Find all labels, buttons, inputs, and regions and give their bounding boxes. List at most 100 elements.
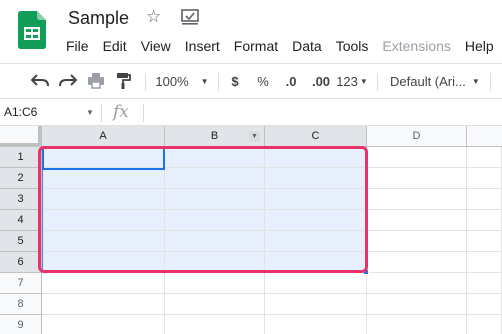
cell-b4[interactable] (165, 210, 265, 231)
cell-e7[interactable] (467, 273, 502, 294)
cell-b6[interactable] (165, 252, 265, 273)
cell-a7[interactable] (42, 273, 165, 294)
cell-b1[interactable] (165, 147, 265, 168)
font-family-select[interactable]: Default (Ari... ▼ (390, 64, 482, 98)
cell-c9[interactable] (265, 315, 367, 334)
cell-d8[interactable] (367, 294, 467, 315)
formula-bar: A1:C6 ▼ fx (0, 100, 502, 126)
menu-view[interactable]: View (134, 36, 178, 56)
cell-d6[interactable] (367, 252, 467, 273)
row-header-4[interactable]: 4 (0, 210, 42, 231)
cell-d3[interactable] (367, 189, 467, 210)
cell-b9[interactable] (165, 315, 265, 334)
cell-c8[interactable] (265, 294, 367, 315)
document-title[interactable]: Sample (68, 8, 129, 29)
undo-icon[interactable] (28, 64, 52, 98)
google-sheets-logo-icon[interactable] (18, 11, 46, 49)
row-header-5[interactable]: 5 (0, 231, 42, 252)
cell-d1[interactable] (367, 147, 467, 168)
redo-icon[interactable] (56, 64, 80, 98)
column-menu-icon[interactable]: ▼ (249, 131, 260, 142)
cell-b2[interactable] (165, 168, 265, 189)
cell-d9[interactable] (367, 315, 467, 334)
chevron-down-icon: ▼ (359, 76, 368, 86)
currency-format-button[interactable]: $ (226, 64, 244, 98)
cell-c6[interactable] (265, 252, 367, 273)
chevron-down-icon: ▼ (471, 76, 480, 86)
menu-data[interactable]: Data (285, 36, 329, 56)
cell-c4[interactable] (265, 210, 367, 231)
column-label: D (412, 130, 421, 142)
cell-c7[interactable] (265, 273, 367, 294)
decrease-decimal-button[interactable]: .0 (280, 64, 302, 98)
print-icon[interactable] (84, 64, 108, 98)
select-all-corner[interactable] (0, 126, 42, 147)
cell-e6[interactable] (467, 252, 502, 273)
menu-file[interactable]: File (59, 36, 96, 56)
cell-d5[interactable] (367, 231, 467, 252)
increase-decimal-label: .00 (311, 73, 331, 89)
column-header-e[interactable] (467, 126, 502, 147)
column-label: C (311, 130, 320, 142)
zoom-select[interactable]: 100% ▼ (152, 64, 212, 98)
cell-e8[interactable] (467, 294, 502, 315)
menu-insert[interactable]: Insert (178, 36, 227, 56)
cell-e9[interactable] (467, 315, 502, 334)
toolbar-divider (218, 73, 219, 91)
cell-d7[interactable] (367, 273, 467, 294)
menu-tools[interactable]: Tools (329, 36, 376, 56)
cell-a4[interactable] (42, 210, 165, 231)
cell-c2[interactable] (265, 168, 367, 189)
star-icon[interactable]: ☆ (146, 7, 161, 27)
column-header-b[interactable]: B ▼ (165, 126, 265, 147)
cell-c3[interactable] (265, 189, 367, 210)
percent-format-button[interactable]: % (254, 64, 272, 98)
move-to-folder-icon[interactable] (181, 9, 199, 25)
cell-c1[interactable] (265, 147, 367, 168)
row-header-3[interactable]: 3 (0, 189, 42, 210)
row-header-9[interactable]: 9 (0, 315, 42, 334)
row-header-7[interactable]: 7 (0, 273, 42, 294)
cell-e4[interactable] (467, 210, 502, 231)
cell-c5[interactable] (265, 231, 367, 252)
row-header-6[interactable]: 6 (0, 252, 42, 273)
more-formats-button[interactable]: 123 ▼ (336, 64, 368, 98)
increase-decimal-button[interactable]: .00 (308, 64, 334, 98)
column-label: A (99, 130, 107, 142)
menu-edit[interactable]: Edit (96, 36, 134, 56)
name-box[interactable]: A1:C6 (4, 105, 37, 119)
menu-extensions[interactable]: Extensions (375, 36, 457, 56)
cell-a8[interactable] (42, 294, 165, 315)
column-header-c[interactable]: C (265, 126, 367, 147)
cell-d2[interactable] (367, 168, 467, 189)
cell-a1[interactable] (42, 147, 165, 168)
menu-format[interactable]: Format (227, 36, 285, 56)
cell-a2[interactable] (42, 168, 165, 189)
column-header-a[interactable]: A (42, 126, 165, 147)
formula-bar-divider (101, 104, 102, 122)
cell-e5[interactable] (467, 231, 502, 252)
zoom-value: 100% (155, 73, 189, 89)
cell-a9[interactable] (42, 315, 165, 334)
menu-help[interactable]: Help (458, 36, 501, 56)
fx-icon: fx (113, 102, 129, 122)
cell-b5[interactable] (165, 231, 265, 252)
row-header-2[interactable]: 2 (0, 168, 42, 189)
cell-d4[interactable] (367, 210, 467, 231)
column-header-d[interactable]: D (367, 126, 467, 147)
cell-a6[interactable] (42, 252, 165, 273)
cell-b3[interactable] (165, 189, 265, 210)
fill-handle[interactable] (363, 269, 369, 275)
paint-format-icon[interactable] (112, 64, 136, 98)
cell-b8[interactable] (165, 294, 265, 315)
cell-b7[interactable] (165, 273, 265, 294)
cell-e1[interactable] (467, 147, 502, 168)
column-label: B (210, 130, 219, 142)
cell-e3[interactable] (467, 189, 502, 210)
cell-e2[interactable] (467, 168, 502, 189)
chevron-down-icon[interactable]: ▼ (86, 108, 94, 117)
cell-a5[interactable] (42, 231, 165, 252)
cell-a3[interactable] (42, 189, 165, 210)
row-header-1[interactable]: 1 (0, 147, 42, 168)
row-header-8[interactable]: 8 (0, 294, 42, 315)
